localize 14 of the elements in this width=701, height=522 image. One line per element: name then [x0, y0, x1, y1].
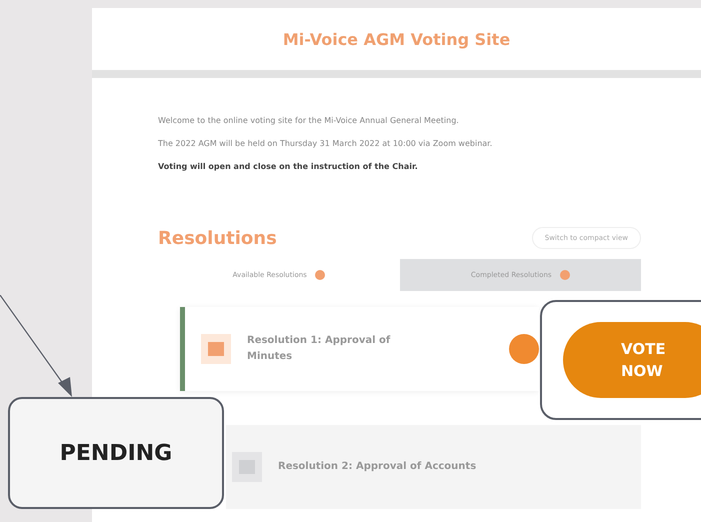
resolution-card[interactable]: Resolution 2: Approval of Accounts: [226, 425, 641, 509]
count-badge: [560, 270, 570, 280]
intro-text: Voting will open and close on the instruction of the Chair.: [158, 162, 419, 171]
resolution-title: Resolution 2: Approval of Accounts: [278, 460, 476, 474]
count-badge: [314, 270, 325, 280]
site-title: Mi-Voice AGM Voting Site: [282, 30, 510, 48]
intro-text: The 2022 AGM will be held on Thursday 31 March 2022 at 10:00 via Zoom webinar.: [158, 139, 494, 148]
section-heading: Resolutions: [158, 228, 277, 248]
resolution-title: Resolution 1: Approval of Minutes: [247, 334, 392, 364]
vote-circle[interactable]: [509, 334, 539, 364]
status-callout: PENDING: [8, 397, 224, 509]
intro-text: Welcome to the online voting site for the Mi-Voice Annual General Meeting.: [158, 116, 460, 125]
vote-now-button[interactable]: VOTE NOW: [563, 322, 701, 398]
resolution-card[interactable]: Resolution 1: Approval of Minutes: [180, 307, 539, 391]
